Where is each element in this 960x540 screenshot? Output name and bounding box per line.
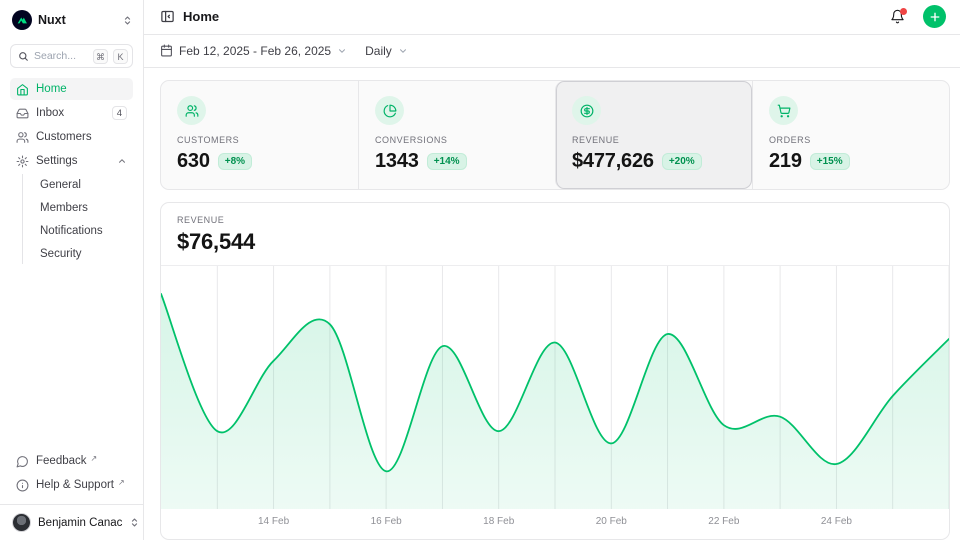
chevron-up-icon xyxy=(117,156,127,166)
period-select[interactable]: Daily xyxy=(365,44,408,58)
sidebar-item-customers[interactable]: Customers xyxy=(10,126,133,148)
info-circle-icon xyxy=(16,479,29,492)
stat-value: $477,626 xyxy=(572,150,654,173)
revenue-chart-card: Revenue $76,544 14 Feb 16 Feb 18 Feb 20 Feb… xyxy=(160,202,950,540)
dashboard-content: Customers 630 +8% Conversions 1343 +14% xyxy=(144,68,960,540)
users-icon xyxy=(16,131,29,144)
date-range-value: Feb 12, 2025 - Feb 26, 2025 xyxy=(179,44,331,58)
page-title: Home xyxy=(183,9,882,24)
stat-delta-badge: +20% xyxy=(662,153,702,170)
sidebar: Nuxt Search... ⌘ K Home Inbox 4 xyxy=(0,0,144,540)
sidebar-item-notifications[interactable]: Notifications xyxy=(34,220,133,241)
help-support-label: Help & Support xyxy=(36,479,114,491)
message-circle-icon xyxy=(16,455,29,468)
feedback-link[interactable]: Feedback ↗ xyxy=(10,450,133,472)
search-input[interactable]: Search... ⌘ K xyxy=(10,44,133,68)
main-area: Home Feb 12, 2025 - Feb 26, 2025 Daily xyxy=(144,0,960,540)
sidebar-item-label: Inbox xyxy=(36,107,105,119)
stat-label: Customers xyxy=(177,135,342,145)
stat-value: 630 xyxy=(177,150,210,173)
workspace-name: Nuxt xyxy=(38,13,116,27)
stats-row: Customers 630 +8% Conversions 1343 +14% xyxy=(160,80,950,190)
chevron-down-icon xyxy=(398,46,408,56)
stat-delta-badge: +14% xyxy=(427,153,467,170)
chart-metric-label: Revenue xyxy=(177,215,933,225)
user-name: Benjamin Canac xyxy=(38,517,122,529)
kbd-cmd: ⌘ xyxy=(93,49,108,64)
help-support-link[interactable]: Help & Support ↗ xyxy=(10,474,133,496)
nuxt-logo xyxy=(12,10,32,30)
stat-delta-badge: +15% xyxy=(810,153,850,170)
sidebar-item-inbox[interactable]: Inbox 4 xyxy=(10,102,133,124)
x-axis-label: 16 Feb xyxy=(371,516,402,527)
calendar-icon xyxy=(160,44,173,57)
search-placeholder: Search... xyxy=(34,50,88,62)
x-axis: 14 Feb 16 Feb 18 Feb 20 Feb 22 Feb 24 Feb xyxy=(161,509,949,539)
search-icon xyxy=(18,51,29,62)
stat-delta-badge: +8% xyxy=(218,153,252,170)
sidebar-item-label: Security xyxy=(40,248,82,260)
period-value: Daily xyxy=(365,44,392,58)
dollar-circle-icon xyxy=(572,96,601,125)
sidebar-item-label: Home xyxy=(36,83,127,95)
inbox-count-badge: 4 xyxy=(112,106,127,120)
stat-card-conversions[interactable]: Conversions 1343 +14% xyxy=(358,81,555,189)
feedback-label: Feedback xyxy=(36,455,87,467)
sidebar-item-label: Notifications xyxy=(40,225,103,237)
notification-dot xyxy=(900,8,907,15)
sidebar-item-label: General xyxy=(40,179,81,191)
chart-metric-value: $76,544 xyxy=(177,229,933,255)
external-link-icon: ↗ xyxy=(91,454,98,463)
stat-label: Revenue xyxy=(572,135,736,145)
collapse-sidebar-icon[interactable] xyxy=(160,9,175,24)
stat-value: 219 xyxy=(769,150,802,173)
sidebar-item-general[interactable]: General xyxy=(34,174,133,195)
sidebar-footer: Feedback ↗ Help & Support ↗ xyxy=(0,446,143,504)
chart-header: Revenue $76,544 xyxy=(161,203,949,266)
date-range-picker[interactable]: Feb 12, 2025 - Feb 26, 2025 xyxy=(160,44,347,58)
notifications-bell-icon[interactable] xyxy=(890,9,905,24)
x-axis-label: 22 Feb xyxy=(708,516,739,527)
sidebar-nav: Home Inbox 4 Customers Settings xyxy=(0,78,143,264)
stat-card-orders[interactable]: Orders 219 +15% xyxy=(752,81,949,189)
pie-chart-icon xyxy=(375,96,404,125)
topbar: Home xyxy=(144,0,960,35)
user-menu[interactable]: Benjamin Canac xyxy=(0,504,143,540)
stat-card-customers[interactable]: Customers 630 +8% xyxy=(161,81,358,189)
stat-value: 1343 xyxy=(375,150,419,173)
filters-toolbar: Feb 12, 2025 - Feb 26, 2025 Daily xyxy=(144,35,960,68)
chart-canvas xyxy=(161,266,949,509)
kbd-k: K xyxy=(113,49,128,64)
stat-card-revenue[interactable]: Revenue $477,626 +20% xyxy=(555,81,752,189)
settings-subnav: General Members Notifications Security xyxy=(10,174,133,264)
stat-label: Conversions xyxy=(375,135,539,145)
chevron-up-down-icon xyxy=(129,517,140,528)
stat-label: Orders xyxy=(769,135,933,145)
sidebar-item-members[interactable]: Members xyxy=(34,197,133,218)
external-link-icon: ↗ xyxy=(118,478,125,487)
x-axis-label: 20 Feb xyxy=(596,516,627,527)
sidebar-item-security[interactable]: Security xyxy=(34,243,133,264)
home-icon xyxy=(16,83,29,96)
sidebar-item-label: Customers xyxy=(36,131,127,143)
add-button[interactable] xyxy=(923,5,946,28)
sidebar-item-label: Members xyxy=(40,202,88,214)
sidebar-item-label: Settings xyxy=(36,155,110,167)
sidebar-item-settings[interactable]: Settings xyxy=(10,150,133,172)
x-axis-label: 24 Feb xyxy=(821,516,852,527)
gear-icon xyxy=(16,155,29,168)
cart-icon xyxy=(769,96,798,125)
inbox-icon xyxy=(16,107,29,120)
chevron-down-icon xyxy=(337,46,347,56)
users-icon xyxy=(177,96,206,125)
chevron-up-down-icon[interactable] xyxy=(122,15,133,26)
x-axis-label: 18 Feb xyxy=(483,516,514,527)
avatar xyxy=(12,513,31,532)
workspace-switcher[interactable]: Nuxt xyxy=(0,0,143,38)
sidebar-item-home[interactable]: Home xyxy=(10,78,133,100)
revenue-area-chart[interactable] xyxy=(161,266,949,509)
x-axis-label: 14 Feb xyxy=(258,516,289,527)
